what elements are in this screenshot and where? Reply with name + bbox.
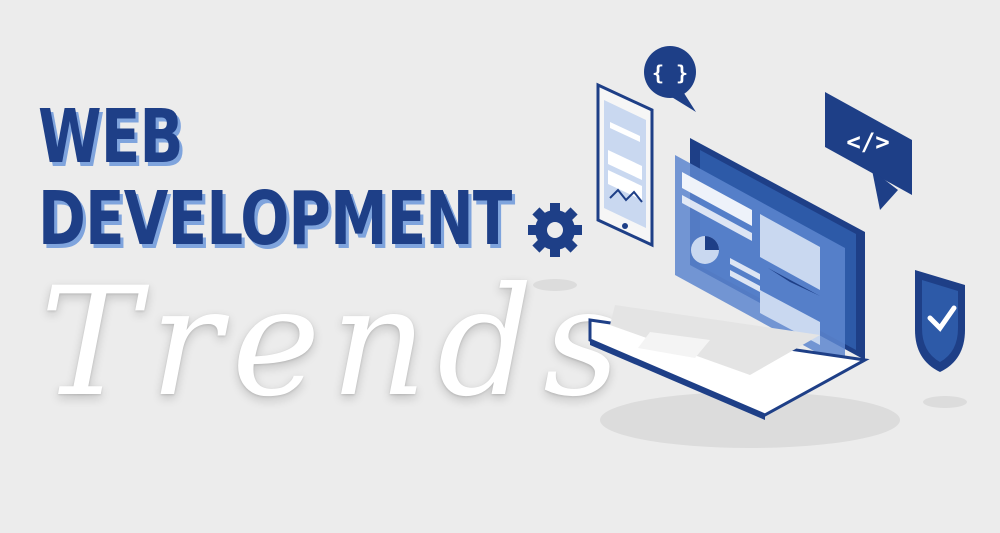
phone-icon xyxy=(596,82,654,248)
code-bubble-text: { } xyxy=(652,61,688,85)
shield-icon xyxy=(915,270,965,372)
gear-icon xyxy=(528,203,582,257)
headline-web: WEB xyxy=(38,94,184,180)
code-bubble-icon: { } xyxy=(644,46,696,112)
tag-bubble-text: </> xyxy=(846,128,889,156)
shield-shadow xyxy=(923,396,967,408)
headline-development: DEVELOPMENT xyxy=(38,176,512,262)
tag-bubble-icon: </> xyxy=(825,92,912,210)
web-dev-illustration: { } </> xyxy=(520,0,1000,533)
gear-shadow xyxy=(533,279,577,291)
title-block: WEB DEVELOPMENT Trends xyxy=(0,0,620,533)
